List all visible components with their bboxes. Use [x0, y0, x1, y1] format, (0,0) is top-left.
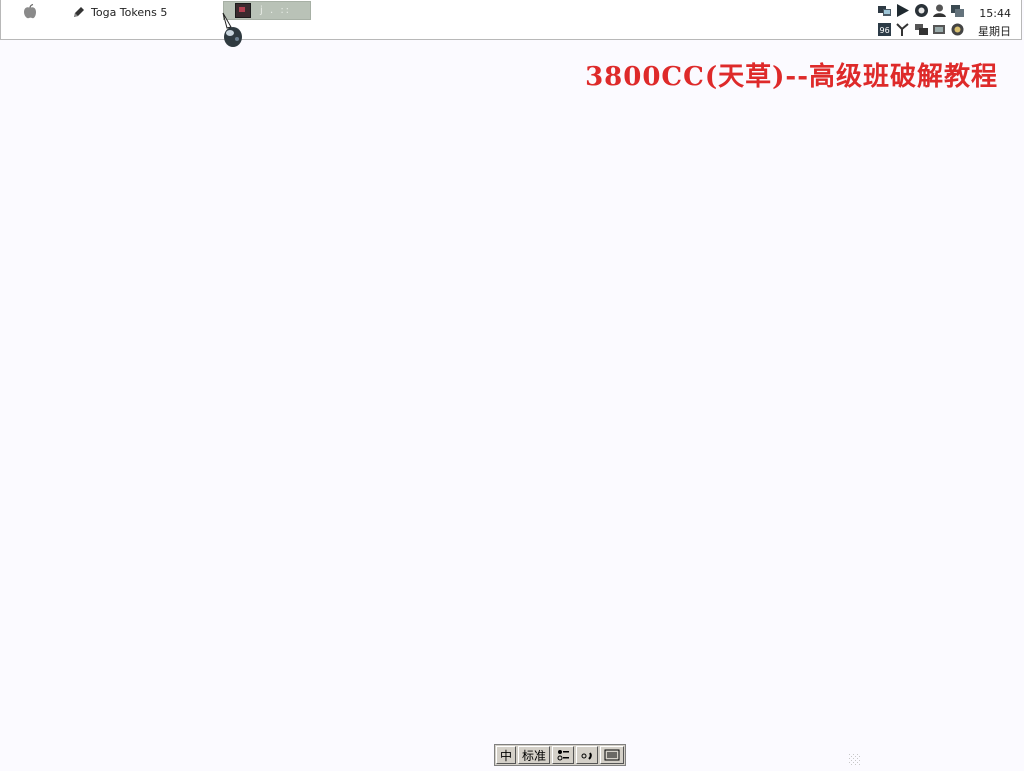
task-item-toga-tokens[interactable]: Toga Tokens 5 — [73, 3, 167, 21]
fullwidth-icon[interactable] — [576, 746, 599, 764]
mouse-cursor-icon — [220, 12, 246, 50]
punctuation-icon[interactable] — [552, 746, 575, 764]
dotted-grip-icon — [848, 752, 862, 766]
chat-icon[interactable] — [914, 22, 929, 37]
ime-toolbar: 中 标准 — [494, 744, 627, 766]
security-icon[interactable] — [950, 22, 965, 37]
watermark-text: 3800CC(天草)--高级班破解教程 — [585, 62, 998, 92]
tools-icon[interactable] — [895, 22, 910, 37]
ime-mode-button[interactable]: 中 — [496, 746, 517, 764]
gear-circle-icon[interactable] — [914, 3, 929, 18]
clock[interactable]: 15:44 星期日 — [978, 5, 1011, 41]
play-icon[interactable] — [895, 3, 910, 18]
apple-logo-icon[interactable] — [21, 3, 39, 21]
active-task-label: j . :: — [260, 5, 292, 16]
svg-text:96: 96 — [880, 26, 890, 35]
soft-keyboard-icon[interactable] — [600, 746, 625, 764]
taskbar: Toga Tokens 5 j . :: 96 15:44 星期日 — [0, 0, 1022, 40]
network-icon[interactable] — [877, 3, 892, 18]
clock-day: 星期日 — [978, 25, 1011, 38]
system-tray: 96 — [877, 3, 969, 39]
speaker-icon[interactable] — [932, 22, 947, 37]
pencil-icon — [73, 6, 85, 18]
task-item-label: Toga Tokens 5 — [91, 5, 168, 19]
monitor-icon[interactable] — [950, 3, 965, 18]
qq-icon[interactable]: 96 — [877, 22, 892, 37]
ime-layout-button[interactable]: 标准 — [518, 746, 551, 764]
clock-time: 15:44 — [979, 7, 1011, 20]
globe-person-icon[interactable] — [932, 3, 947, 18]
